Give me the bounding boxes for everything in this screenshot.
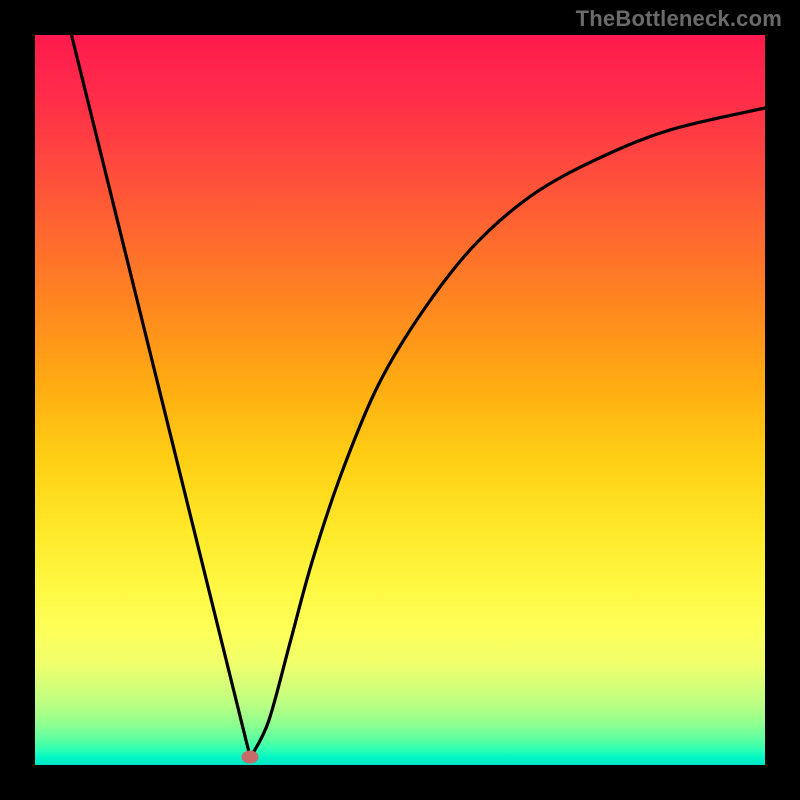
minimum-marker — [242, 751, 259, 764]
plot-area — [35, 35, 765, 765]
watermark-text: TheBottleneck.com — [576, 6, 782, 32]
bottleneck-curve — [35, 35, 765, 765]
chart-frame: TheBottleneck.com — [0, 0, 800, 800]
